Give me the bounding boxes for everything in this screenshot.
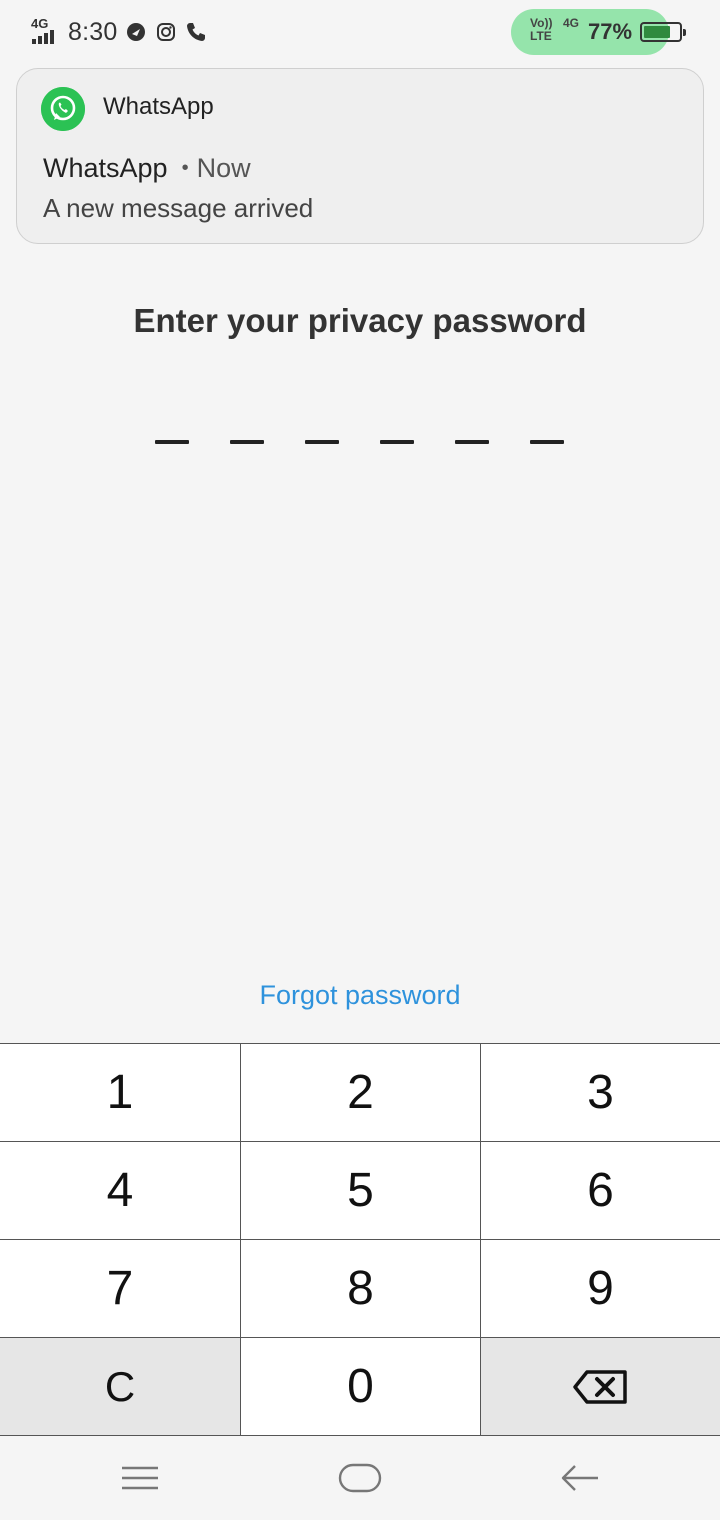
phone-icon [185,21,207,43]
forgot-password-link[interactable]: Forgot password [0,980,720,1011]
battery-fill [644,26,670,38]
key-2[interactable]: 2 [241,1044,481,1142]
pin-slot [305,440,339,444]
notification-card[interactable]: WhatsApp WhatsApp • Now A new message ar… [16,68,704,244]
status-left: 4G 8:30 [30,14,207,50]
numeric-keypad: 1 2 3 4 5 6 7 8 9 C 0 [0,1043,720,1437]
key-6[interactable]: 6 [481,1142,720,1240]
backspace-icon [572,1369,627,1404]
key-1[interactable]: 1 [0,1044,241,1142]
network-4g-icon: 4G [563,16,580,30]
status-time: 8:30 [68,17,118,46]
notification-message: A new message arrived [43,193,314,223]
key-5[interactable]: 5 [241,1142,481,1240]
notification-title: WhatsApp [43,153,168,183]
pin-slot [455,440,489,444]
key-8[interactable]: 8 [241,1240,481,1338]
key-7[interactable]: 7 [0,1240,241,1338]
navigation-bar [0,1436,720,1520]
menu-icon [122,1466,158,1490]
signal-icon: 4G [30,16,60,46]
whatsapp-icon [41,87,85,131]
menu-button[interactable] [110,1456,170,1500]
home-icon [338,1463,382,1493]
clear-button[interactable]: C [0,1338,241,1436]
separator-dot: • [181,157,189,179]
battery-percent: 77% [588,19,633,44]
pin-slot [530,440,564,444]
page-title: Enter your privacy password [133,302,587,339]
volte-label: Vo)) LTE [530,16,553,43]
key-3[interactable]: 3 [481,1044,720,1142]
privacy-lock-screen: 4G 8:30 Vo)) LTE 4G 77% WhatsApp WhatsAp… [0,0,720,1520]
status-bar: 4G 8:30 Vo)) LTE 4G 77% [0,0,720,64]
back-button[interactable] [550,1456,610,1500]
battery-icon [640,22,686,42]
key-4[interactable]: 4 [0,1142,241,1240]
back-icon [561,1465,598,1491]
backspace-button[interactable] [481,1338,720,1436]
pin-slot [380,440,414,444]
key-0[interactable]: 0 [241,1338,481,1436]
notification-header: WhatsApp • Now [43,153,251,184]
pin-entry [155,440,565,446]
notification-app-name: WhatsApp [103,93,214,120]
vpn-icon [125,21,147,43]
home-button[interactable] [330,1456,390,1500]
notification-time: Now [196,153,251,183]
network-type-label: 4G [31,16,49,31]
pin-slot [230,440,264,444]
key-9[interactable]: 9 [481,1240,720,1338]
pin-slot [155,440,189,444]
instagram-icon [155,21,177,43]
